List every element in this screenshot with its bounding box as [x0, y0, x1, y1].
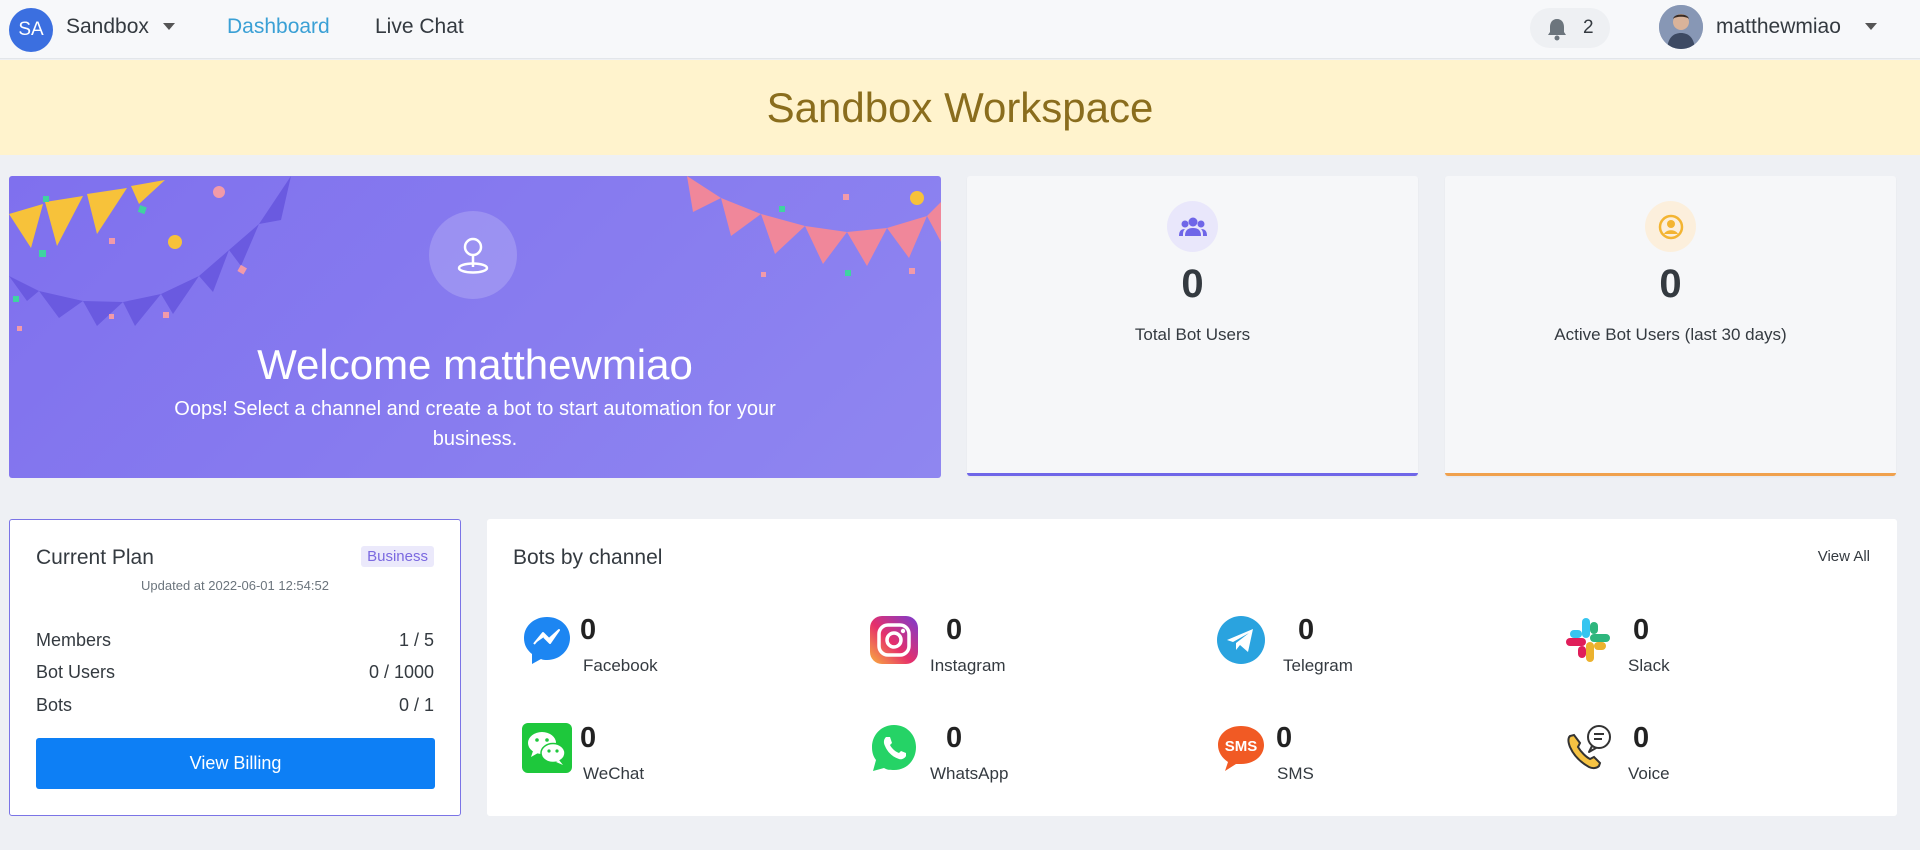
plan-row-label: Bot Users: [36, 662, 116, 682]
welcome-subtitle: Oops! Select a channel and create a bot …: [174, 398, 776, 450]
chevron-down-icon[interactable]: [1865, 23, 1877, 30]
active-bot-users-value: 0: [1659, 262, 1682, 306]
view-billing-button[interactable]: View Billing: [36, 738, 435, 789]
total-bot-users-label: Total Bot Users: [1134, 325, 1251, 344]
workspace-banner: Sandbox Workspace: [0, 60, 1920, 155]
plan-row-label: Members: [36, 630, 112, 650]
channel-wechat[interactable]: 0 WeChat: [521, 722, 781, 792]
plan-row-value: 0 / 1: [398, 695, 434, 715]
active-bot-users-label: Active Bot Users (last 30 days): [1554, 325, 1787, 344]
channel-instagram[interactable]: 0 Instagram: [868, 614, 1128, 684]
wechat-icon: [522, 723, 572, 773]
user-circle-icon: [1645, 201, 1696, 252]
chevron-down-icon[interactable]: [163, 23, 175, 30]
channel-name: Facebook: [583, 656, 658, 675]
channel-count: 0: [946, 722, 963, 754]
nav-live-chat-link[interactable]: Live Chat: [375, 15, 464, 39]
messenger-icon: [524, 617, 570, 664]
plan-row-value: 1 / 5: [398, 630, 434, 650]
plan-row-label: Bots: [36, 695, 73, 715]
whatsapp-icon: [872, 725, 916, 771]
channel-name: Slack: [1628, 656, 1670, 675]
channel-count: 0: [580, 722, 597, 754]
bots-by-channel-title: Bots by channel: [513, 546, 663, 569]
bots-by-channel-card: Bots by channel View All 0 Facebook 0 In…: [487, 519, 1897, 816]
channel-facebook[interactable]: 0 Facebook: [521, 614, 781, 684]
voice-icon: [1567, 725, 1611, 770]
user-avatar[interactable]: [1659, 5, 1703, 49]
channel-count: 0: [1633, 614, 1650, 646]
channel-whatsapp[interactable]: 0 WhatsApp: [868, 722, 1128, 792]
total-bot-users-card: 0 Total Bot Users: [967, 176, 1418, 476]
plan-row-bots: Bots 0 / 1: [36, 695, 434, 716]
svg-text:SMS: SMS: [1225, 738, 1258, 755]
workspace-switcher[interactable]: Sandbox: [66, 15, 149, 39]
instagram-icon: [870, 616, 918, 664]
plan-updated-time: Updated at 2022-06-01 12:54:52: [141, 578, 329, 593]
plan-row-bot-users: Bot Users 0 / 1000: [36, 662, 434, 683]
map-pin-icon: [457, 237, 489, 274]
channel-name: WhatsApp: [930, 764, 1009, 783]
channel-telegram[interactable]: 0 Telegram: [1215, 614, 1475, 684]
users-icon: [1167, 201, 1218, 252]
plan-row-members: Members 1 / 5: [36, 630, 434, 651]
notification-count: 2: [1583, 17, 1594, 38]
welcome-card: Welcome matthewmiao Oops! Select a chann…: [9, 176, 941, 478]
user-menu[interactable]: matthewmiao: [1716, 15, 1841, 39]
total-bot-users-value: 0: [1181, 262, 1204, 306]
view-all-link[interactable]: View All: [1818, 548, 1870, 565]
current-plan-card: Current Plan Business Updated at 2022-06…: [9, 519, 461, 816]
channel-count: 0: [1276, 722, 1293, 754]
plan-badge: Business: [361, 546, 434, 567]
welcome-icon: [429, 211, 517, 299]
channel-name: Instagram: [930, 656, 1006, 675]
plan-row-value: 0 / 1000: [368, 662, 434, 682]
telegram-icon: [1217, 616, 1265, 664]
channel-count: 0: [1633, 722, 1650, 754]
sms-icon: SMS: [1218, 726, 1264, 771]
channel-count: 0: [946, 614, 963, 646]
channel-count: 0: [1298, 614, 1315, 646]
slack-icon: [1566, 618, 1610, 662]
bell-icon: [1548, 19, 1566, 41]
channel-voice[interactable]: 0 Voice: [1562, 722, 1822, 792]
channel-name: WeChat: [583, 764, 645, 783]
nav-dashboard-link[interactable]: Dashboard: [227, 15, 330, 39]
plan-title: Current Plan: [36, 546, 154, 569]
channel-name: Voice: [1628, 764, 1670, 783]
channel-count: 0: [580, 614, 597, 646]
channel-name: SMS: [1277, 764, 1314, 783]
welcome-title: Welcome matthewmiao: [257, 341, 693, 388]
channel-name: Telegram: [1283, 656, 1353, 675]
notifications-button[interactable]: 2: [1530, 8, 1610, 48]
channel-sms[interactable]: SMS 0 SMS: [1215, 722, 1475, 792]
top-navbar: SA Sandbox Dashboard Live Chat 2 matthew…: [0, 0, 1920, 59]
channel-slack[interactable]: 0 Slack: [1562, 614, 1822, 684]
active-bot-users-card: 0 Active Bot Users (last 30 days): [1445, 176, 1896, 476]
workspace-title: Sandbox Workspace: [766, 83, 1154, 131]
workspace-avatar[interactable]: SA: [9, 8, 53, 52]
